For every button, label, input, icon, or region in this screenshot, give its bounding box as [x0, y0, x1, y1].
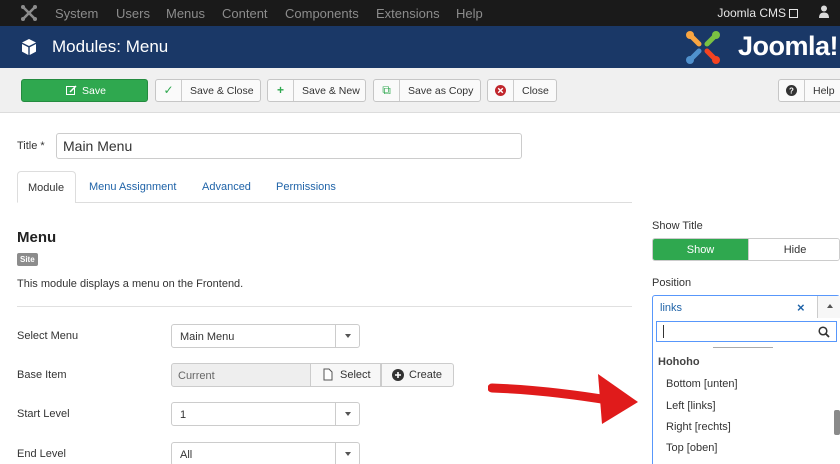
select-menu-dropdown[interactable]: Main Menu: [171, 324, 360, 348]
hide-option[interactable]: Hide: [748, 239, 839, 260]
menu-components[interactable]: Components: [285, 6, 359, 21]
option-group-hohoho: Hohoho: [658, 356, 700, 368]
user-icon[interactable]: [818, 4, 830, 20]
chevron-down-icon: [335, 325, 359, 347]
chevron-down-icon: [335, 443, 359, 464]
save-copy-button[interactable]: ⧉ Save as Copy: [373, 79, 481, 102]
toolbar: Save ✓ Save & Close + Save & New ⧉ Save …: [0, 68, 840, 113]
save-new-label: Save & New: [302, 85, 360, 97]
title-label: Title *: [17, 140, 45, 152]
select-menu-value: Main Menu: [180, 331, 235, 343]
base-item-value: Current: [178, 370, 215, 382]
title-input[interactable]: Main Menu: [56, 133, 522, 159]
create-button-label: Create: [409, 369, 443, 381]
help-button[interactable]: ? Help: [778, 79, 840, 102]
show-title-toggle: Show Hide: [652, 238, 840, 261]
select-menu-label: Select Menu: [17, 330, 79, 342]
tab-permissions[interactable]: Permissions: [276, 171, 336, 203]
svg-text:?: ?: [789, 87, 794, 96]
start-level-value: 1: [180, 409, 187, 421]
brand-text: Joomla!: [737, 31, 839, 61]
option-left[interactable]: Left [links]: [666, 400, 716, 412]
start-level-label: Start Level: [17, 408, 70, 420]
module-heading: Menu: [17, 229, 57, 246]
menu-menus[interactable]: Menus: [166, 6, 205, 21]
tab-menu-assignment[interactable]: Menu Assignment: [89, 171, 176, 203]
menu-system[interactable]: System: [55, 6, 98, 21]
site-link[interactable]: Joomla CMS: [717, 6, 798, 20]
file-icon: [323, 368, 333, 384]
dropdown-scrollbar[interactable]: [834, 410, 840, 435]
copy-icon: ⧉: [374, 80, 400, 101]
search-icon: [818, 326, 830, 338]
save-close-label: Save & Close: [190, 85, 254, 97]
end-level-label: End Level: [17, 448, 66, 460]
position-value: links: [660, 302, 683, 314]
close-circle-icon: [488, 80, 514, 101]
position-dropdown: Hohoho Bottom [unten] Left [links] Right…: [652, 318, 840, 464]
show-option[interactable]: Show: [653, 239, 748, 260]
module-description: This module displays a menu on the Front…: [17, 278, 244, 290]
close-button[interactable]: Close: [487, 79, 557, 102]
show-title-label: Show Title: [652, 220, 703, 232]
save-close-button[interactable]: ✓ Save & Close: [155, 79, 261, 102]
tab-divider: [75, 202, 632, 203]
clear-icon[interactable]: ×: [797, 300, 805, 315]
site-link-label: Joomla CMS: [717, 6, 786, 20]
page-title: Modules: Menu: [52, 37, 169, 56]
menu-users[interactable]: Users: [116, 6, 150, 21]
base-item-create-button[interactable]: Create: [381, 363, 454, 387]
external-link-icon: [789, 9, 798, 18]
position-select[interactable]: links ×: [652, 295, 840, 319]
text-caret: [663, 325, 664, 338]
base-item-label: Base Item: [17, 369, 67, 381]
save-new-button[interactable]: + Save & New: [267, 79, 366, 102]
joomla-logo-icon[interactable]: [20, 4, 38, 22]
chevron-up-icon[interactable]: [817, 296, 840, 318]
top-menu-bar: System Users Menus Content Components Ex…: [0, 0, 840, 26]
divider: [17, 306, 632, 307]
tab-bar: Module Menu Assignment Advanced Permissi…: [17, 171, 632, 203]
menu-help[interactable]: Help: [456, 6, 483, 21]
tab-module[interactable]: Module: [17, 171, 76, 203]
select-button-label: Select: [340, 369, 371, 381]
help-label: Help: [813, 85, 835, 97]
start-level-dropdown[interactable]: 1: [171, 402, 360, 426]
position-label: Position: [652, 277, 692, 289]
clipped-option: [713, 344, 773, 348]
close-label: Close: [522, 85, 549, 97]
page-header: Modules: Menu Joomla!: [0, 26, 840, 68]
end-level-dropdown[interactable]: All: [171, 442, 360, 464]
edit-icon: [66, 85, 77, 99]
option-right[interactable]: Right [rechts]: [666, 421, 731, 433]
plus-icon: +: [268, 80, 294, 101]
end-level-value: All: [180, 449, 193, 461]
cube-icon: [22, 39, 36, 55]
option-bottom[interactable]: Bottom [unten]: [666, 378, 738, 390]
site-badge: Site: [17, 253, 38, 266]
annotation-arrow-icon: [488, 374, 638, 424]
option-top[interactable]: Top [oben]: [666, 442, 717, 454]
menu-content[interactable]: Content: [222, 6, 268, 21]
menu-extensions[interactable]: Extensions: [376, 6, 440, 21]
base-item-select-button[interactable]: Select: [310, 363, 381, 387]
help-icon: ?: [779, 80, 805, 101]
position-search-input[interactable]: [656, 321, 837, 342]
base-item-field: Current: [171, 363, 311, 387]
check-icon: ✓: [156, 80, 182, 101]
save-button[interactable]: Save: [21, 79, 148, 102]
save-label: Save: [82, 85, 106, 97]
plus-circle-icon: [392, 369, 404, 384]
save-copy-label: Save as Copy: [408, 85, 474, 97]
tab-advanced[interactable]: Advanced: [202, 171, 251, 203]
chevron-down-icon: [335, 403, 359, 425]
